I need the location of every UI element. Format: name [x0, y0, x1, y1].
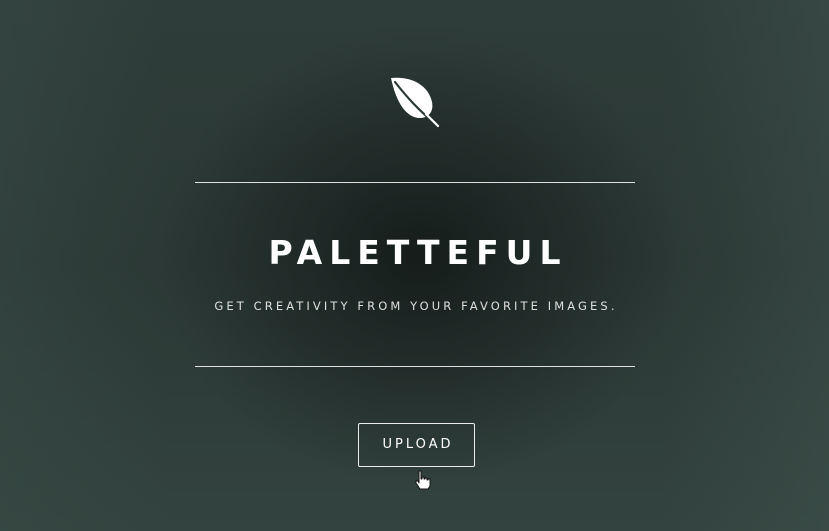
hand-pointer-icon: [413, 470, 433, 490]
tagline: GET CREATIVITY FROM YOUR FAVORITE IMAGES…: [214, 299, 618, 313]
app-title: PALETTEFUL: [268, 233, 568, 272]
top-divider: [195, 182, 635, 183]
leaf-icon: [388, 76, 442, 128]
bottom-divider: [195, 366, 635, 367]
upload-button[interactable]: UPLOAD: [358, 423, 475, 467]
hero: PALETTEFUL GET CREATIVITY FROM YOUR FAVO…: [0, 0, 829, 531]
